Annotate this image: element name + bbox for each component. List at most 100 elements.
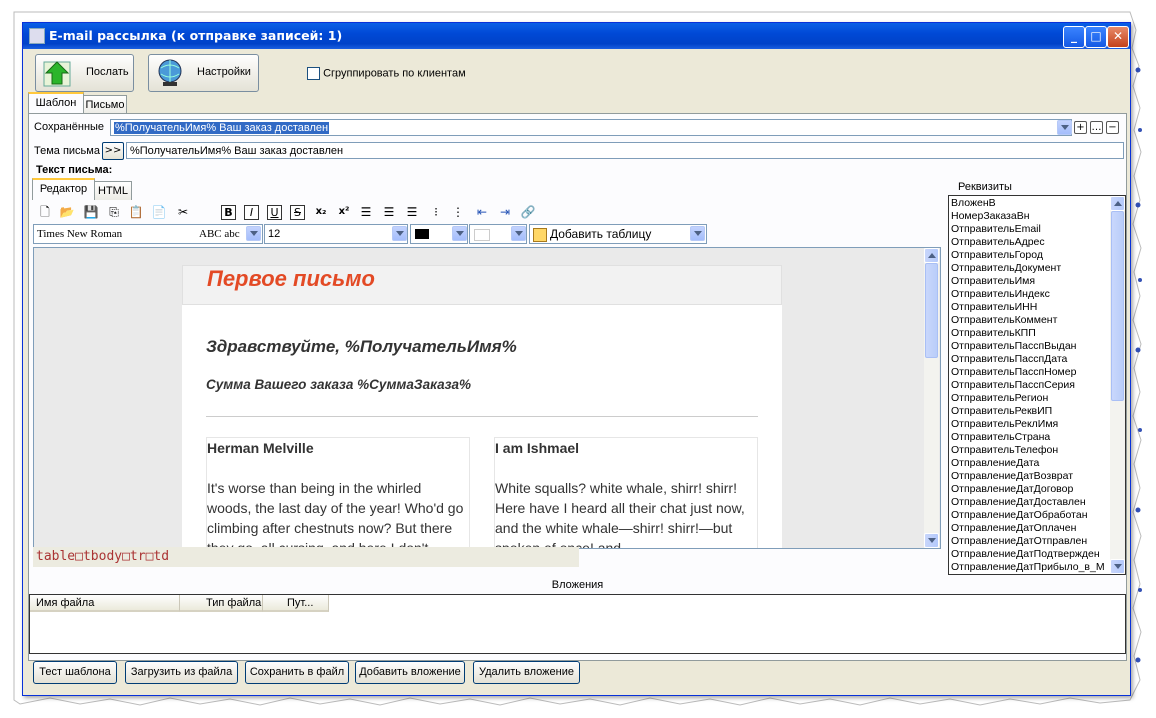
list-item[interactable]: ОтправительПасспНомер bbox=[951, 366, 1076, 379]
save-disk-icon[interactable]: 💾 bbox=[83, 204, 99, 220]
italic-icon[interactable]: I bbox=[244, 205, 259, 220]
strikethrough-icon[interactable]: S bbox=[290, 205, 305, 220]
list-item[interactable]: ВложенВ bbox=[951, 197, 996, 210]
list-item[interactable]: ОтправительПасспСерия bbox=[951, 379, 1075, 392]
align-left-icon[interactable]: ☰ bbox=[358, 204, 374, 220]
col-file-name[interactable]: Имя файла bbox=[30, 595, 180, 612]
add-table-select[interactable]: Добавить таблицу bbox=[529, 224, 707, 244]
list-item[interactable]: ОтправлениеДатПодтвержден bbox=[951, 548, 1100, 561]
list-item[interactable]: ОтправительEmail bbox=[951, 223, 1041, 236]
cut-icon[interactable]: ✂ bbox=[175, 204, 191, 220]
indent-icon[interactable]: ⇥ bbox=[497, 204, 513, 220]
outdent-icon[interactable]: ⇤ bbox=[474, 204, 490, 220]
size-dropdown-arrow[interactable] bbox=[392, 226, 407, 241]
paste-icon[interactable]: 📋 bbox=[128, 204, 144, 220]
list-item[interactable]: ОтправительРеклИмя bbox=[951, 418, 1058, 431]
test-template-button[interactable]: Тест шаблона bbox=[33, 661, 117, 684]
scroll-down-icon[interactable] bbox=[924, 533, 939, 548]
list-item[interactable]: ОтправительПасспДата bbox=[951, 353, 1067, 366]
tab-letter[interactable]: Письмо bbox=[83, 95, 127, 114]
requisites-list[interactable]: ВложенВ НомерЗаказаВн ОтправительEmail О… bbox=[948, 195, 1126, 575]
remove-attachment-button[interactable]: Удалить вложение bbox=[473, 661, 580, 684]
group-by-clients[interactable]: Сгруппировать по клиентам bbox=[307, 67, 466, 80]
list-item[interactable]: ОтправлениеДатОбработан bbox=[951, 509, 1088, 522]
saved-dropdown-arrow[interactable] bbox=[1057, 120, 1072, 135]
attachments-table[interactable]: Имя файла Тип файла Пут... bbox=[29, 594, 1126, 654]
load-from-file-button[interactable]: Загрузить из файла bbox=[125, 661, 238, 684]
saved-select[interactable]: %ПолучательИмя% Ваш заказ доставлен bbox=[110, 119, 1072, 136]
col-file-type[interactable]: Тип файла bbox=[180, 595, 263, 612]
list-item[interactable]: ОтправительИНН bbox=[951, 301, 1037, 314]
list-item[interactable]: ОтправительТелефон bbox=[951, 444, 1058, 457]
req-scroll-thumb[interactable] bbox=[1111, 211, 1124, 401]
title-bar[interactable]: E-mail рассылка (к отправке записей: 1) … bbox=[23, 23, 1130, 49]
settings-label: Настройки bbox=[197, 66, 251, 78]
text-color-dropdown-arrow[interactable] bbox=[452, 226, 467, 241]
close-button[interactable]: ✕ bbox=[1107, 26, 1129, 48]
list-item[interactable]: ОтправительАдрес bbox=[951, 236, 1045, 249]
list-item[interactable]: ОтправительГород bbox=[951, 249, 1043, 262]
list-item[interactable]: ОтправлениеДатДоставлен bbox=[951, 496, 1086, 509]
superscript-icon[interactable]: x² bbox=[336, 204, 352, 220]
size-select[interactable]: 12 bbox=[264, 224, 408, 244]
settings-button[interactable]: Настройки bbox=[148, 54, 259, 92]
list-item[interactable]: ОтправительИндекс bbox=[951, 288, 1050, 301]
req-scroll-up-icon[interactable] bbox=[1110, 196, 1125, 211]
edit-saved-button[interactable]: … bbox=[1090, 121, 1103, 134]
list-item[interactable]: ОтправлениеДатПрибыло_в_М bbox=[951, 561, 1105, 574]
list-item[interactable]: ОтправлениеДата bbox=[951, 457, 1039, 470]
req-scroll-down-icon[interactable] bbox=[1110, 559, 1125, 574]
tab-html[interactable]: HTML bbox=[94, 181, 132, 200]
font-dropdown-arrow[interactable] bbox=[246, 226, 261, 241]
add-saved-button[interactable]: + bbox=[1074, 121, 1087, 134]
scroll-thumb[interactable] bbox=[925, 263, 938, 358]
link-icon[interactable]: 🔗 bbox=[520, 204, 536, 220]
list-item[interactable]: ОтправлениеДатОтправлен bbox=[951, 535, 1087, 548]
editor-scrollbar[interactable] bbox=[924, 248, 939, 548]
tab-editor[interactable]: Редактор bbox=[32, 178, 95, 200]
add-attachment-button[interactable]: Добавить вложение bbox=[355, 661, 465, 684]
bullet-list-icon[interactable]: ⁝ bbox=[428, 204, 444, 220]
list-item[interactable]: ОтправлениеДатОплачен bbox=[951, 522, 1076, 535]
list-item[interactable]: ОтправлениеДатВозврат bbox=[951, 470, 1073, 483]
underline-icon[interactable]: U bbox=[267, 205, 282, 220]
align-center-icon[interactable]: ☰ bbox=[381, 204, 397, 220]
list-item[interactable]: ОтправительПасспВыдан bbox=[951, 340, 1076, 353]
list-item[interactable]: ОтправлениеДатДоговор bbox=[951, 483, 1073, 496]
list-item[interactable]: ОтправительРегион bbox=[951, 392, 1048, 405]
bg-color-dropdown-arrow[interactable] bbox=[511, 226, 526, 241]
list-item[interactable]: ОтправительРеквИП bbox=[951, 405, 1052, 418]
numbered-list-icon[interactable]: ⋮ bbox=[450, 204, 466, 220]
list-item[interactable]: ОтправительКПП bbox=[951, 327, 1036, 340]
new-doc-icon[interactable]: 🗋 bbox=[37, 204, 53, 220]
tab-template[interactable]: Шаблон bbox=[28, 92, 84, 114]
list-item[interactable]: ОтправительДокумент bbox=[951, 262, 1061, 275]
paste-special-icon[interactable]: 📄 bbox=[151, 204, 167, 220]
list-item[interactable]: ОтправительКоммент bbox=[951, 314, 1057, 327]
send-button[interactable]: Послать bbox=[35, 54, 134, 92]
insert-field-button[interactable]: >> bbox=[102, 142, 124, 160]
group-checkbox[interactable] bbox=[307, 67, 320, 80]
scroll-up-icon[interactable] bbox=[924, 248, 939, 263]
remove-saved-button[interactable]: − bbox=[1106, 121, 1119, 134]
copy-icon[interactable]: ⎘ bbox=[106, 204, 122, 220]
open-folder-icon[interactable]: 📂 bbox=[59, 204, 75, 220]
email-preview: Первое письмо Здравствуйте, %ПолучательИ… bbox=[182, 265, 782, 548]
save-to-file-button[interactable]: Сохранить в файл bbox=[245, 661, 349, 684]
maximize-button[interactable]: □ bbox=[1085, 26, 1107, 48]
subject-input[interactable]: %ПолучательИмя% Ваш заказ доставлен bbox=[126, 142, 1124, 159]
add-table-dropdown-arrow[interactable] bbox=[690, 226, 705, 241]
col-file-path[interactable]: Пут... bbox=[263, 595, 329, 612]
list-item[interactable]: ОтправительИмя bbox=[951, 275, 1035, 288]
column-right-title: I am Ishmael bbox=[495, 440, 580, 456]
align-right-icon[interactable]: ☰ bbox=[404, 204, 420, 220]
subscript-icon[interactable]: x₂ bbox=[313, 204, 329, 220]
list-item[interactable]: ОтправительСтрана bbox=[951, 431, 1050, 444]
font-select[interactable]: Times New Roman ABC abc bbox=[33, 224, 263, 244]
minimize-button[interactable]: _ bbox=[1063, 26, 1085, 48]
bold-icon[interactable]: B bbox=[221, 205, 236, 220]
requisites-scrollbar[interactable] bbox=[1110, 196, 1125, 574]
list-item[interactable]: НомерЗаказаВн bbox=[951, 210, 1030, 223]
body-label: Текст письма: bbox=[36, 164, 113, 176]
editor-area[interactable]: Первое письмо Здравствуйте, %ПолучательИ… bbox=[33, 247, 941, 549]
